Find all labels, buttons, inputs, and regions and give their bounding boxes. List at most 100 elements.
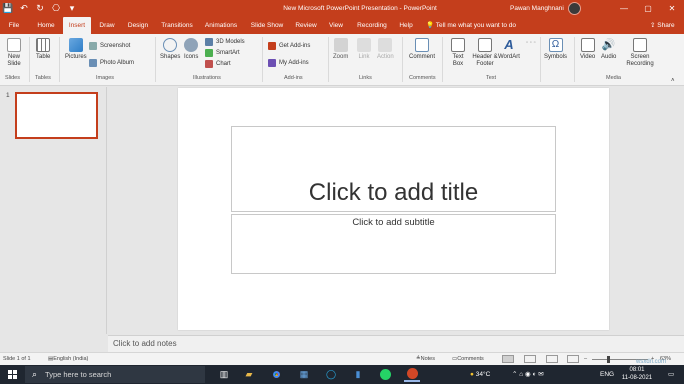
- new-slide-button[interactable]: New Slide: [4, 38, 24, 68]
- screen-recording-button[interactable]: Screen Recording: [624, 38, 656, 68]
- tab-review[interactable]: Review: [292, 17, 320, 34]
- notes-pane[interactable]: Click to add notes: [108, 335, 684, 352]
- file-explorer-icon[interactable]: ▰: [241, 367, 257, 382]
- icons-button[interactable]: Icons: [184, 38, 198, 61]
- slide-thumbnail[interactable]: [15, 92, 98, 139]
- tab-file[interactable]: File: [3, 17, 25, 34]
- notes-toggle[interactable]: ≜ Notes: [416, 353, 435, 365]
- divider: [540, 37, 541, 82]
- omega-icon: Ω: [548, 38, 563, 52]
- group-links: Links: [359, 75, 372, 81]
- tab-transitions[interactable]: Transitions: [157, 17, 197, 34]
- present-icon[interactable]: ⎔: [48, 0, 64, 17]
- table-button[interactable]: Table: [36, 38, 50, 61]
- normal-view-button[interactable]: [502, 355, 514, 363]
- pictures-button[interactable]: Pictures: [65, 38, 87, 61]
- minimize-icon[interactable]: —: [612, 0, 636, 17]
- text-small-icons: ▫ ▫ ▫: [526, 39, 536, 46]
- customize-qat-icon[interactable]: ▾: [64, 0, 80, 17]
- subtitle-placeholder[interactable]: Click to add subtitle: [231, 214, 556, 274]
- audio-button[interactable]: 🔊 Audio: [601, 38, 616, 61]
- header-footer-button[interactable]: Header & Footer: [470, 38, 500, 68]
- shapes-button[interactable]: Shapes: [160, 38, 180, 61]
- user-name[interactable]: Pawan Manghnani: [510, 0, 564, 17]
- tab-slide-show[interactable]: Slide Show: [247, 17, 287, 34]
- calculator-icon[interactable]: ▦: [296, 367, 312, 382]
- tell-me-search[interactable]: 💡 Tell me what you want to do: [426, 17, 516, 34]
- zoom-icon: [333, 38, 348, 52]
- action-button[interactable]: Action: [377, 38, 394, 61]
- divider: [442, 37, 443, 82]
- reading-view-button[interactable]: [546, 355, 558, 363]
- whatsapp-icon[interactable]: [377, 367, 393, 382]
- tray-icons[interactable]: ⌃ ⌂ ◉ ◐ ✉: [512, 365, 544, 384]
- video-button[interactable]: Video: [580, 38, 595, 61]
- chart-button[interactable]: Chart: [205, 59, 231, 68]
- photo-album-button[interactable]: Photo Album: [89, 58, 134, 67]
- screenshot-icon: [89, 41, 97, 50]
- screenshot-button[interactable]: Screenshot: [89, 41, 130, 50]
- clock[interactable]: 08:01 11-08-2021: [617, 366, 657, 382]
- group-images: Images: [96, 75, 115, 81]
- slide-count: Slide 1 of 1: [3, 356, 31, 362]
- notes-spacer: [0, 335, 108, 352]
- close-icon[interactable]: ✕: [660, 0, 684, 17]
- title-placeholder[interactable]: Click to add title: [231, 126, 556, 212]
- sun-icon: ●: [470, 371, 474, 378]
- group-media: Media: [606, 75, 621, 81]
- screen-recording-icon: [633, 38, 647, 52]
- slide-sorter-button[interactable]: [524, 355, 536, 363]
- icons-icon: [184, 38, 199, 52]
- taskbar-search[interactable]: ⌕ Type here to search: [25, 366, 205, 383]
- tab-recording[interactable]: Recording: [352, 17, 392, 34]
- weather-widget[interactable]: ● 34°C: [470, 365, 490, 384]
- smartart-button[interactable]: SmartArt: [205, 48, 240, 57]
- text-box-button[interactable]: Text Box: [448, 38, 468, 68]
- chrome-icon[interactable]: [268, 367, 284, 382]
- tab-insert[interactable]: Insert: [63, 17, 91, 34]
- notification-icon[interactable]: ▭: [668, 365, 674, 384]
- tab-design[interactable]: Design: [124, 17, 152, 34]
- ribbon: New Slide Slides Table Tables Pictures S…: [0, 34, 684, 86]
- wordart-button[interactable]: A WordArt: [498, 38, 520, 61]
- collapse-ribbon-icon[interactable]: ˄: [671, 76, 675, 85]
- tab-help[interactable]: Help: [395, 17, 417, 34]
- shapes-icon: [163, 38, 178, 52]
- my-addins-button[interactable]: My Add-ins: [268, 58, 309, 67]
- tab-view[interactable]: View: [325, 17, 347, 34]
- get-addins-button[interactable]: Get Add-ins: [268, 41, 310, 50]
- slide-number: 1: [6, 92, 10, 99]
- language-indicator[interactable]: ▤ English (India): [48, 353, 88, 365]
- comment-button[interactable]: Comment: [409, 38, 435, 61]
- save-icon[interactable]: 💾: [0, 0, 16, 17]
- edge-icon[interactable]: ◯: [323, 367, 339, 382]
- link-button[interactable]: Link: [357, 38, 371, 61]
- powerpoint-taskbar-icon[interactable]: [404, 367, 420, 382]
- task-view-icon[interactable]: ▥: [216, 367, 232, 382]
- tab-home[interactable]: Home: [32, 17, 60, 34]
- quick-access-toolbar: 💾 ↶ ↻ ⎔ ▾: [0, 0, 80, 17]
- avatar[interactable]: [568, 2, 581, 15]
- comments-toggle[interactable]: ▭ Comments: [452, 353, 484, 365]
- redo-icon[interactable]: ↻: [32, 0, 48, 17]
- input-language[interactable]: ENG: [600, 365, 614, 384]
- tab-animations[interactable]: Animations: [200, 17, 242, 34]
- share-button[interactable]: ⇪ Share: [650, 17, 675, 34]
- divider: [262, 37, 263, 82]
- undo-icon[interactable]: ↶: [16, 0, 32, 17]
- symbols-button[interactable]: Ω Symbols: [544, 38, 567, 61]
- divider: [574, 37, 575, 82]
- zoom-slider-thumb[interactable]: [607, 356, 610, 363]
- zoom-button[interactable]: Zoom: [333, 38, 348, 61]
- video-icon: [580, 38, 595, 52]
- speaker-icon: 🔊: [601, 39, 616, 51]
- windows-start-icon[interactable]: [8, 370, 17, 379]
- store-app-icon[interactable]: ▮: [350, 367, 366, 382]
- maximize-icon[interactable]: ▢: [636, 0, 660, 17]
- cube-icon: [205, 37, 213, 46]
- slideshow-view-button[interactable]: [567, 355, 579, 363]
- star-icon: [378, 38, 393, 52]
- tab-draw[interactable]: Draw: [95, 17, 119, 34]
- 3d-models-button[interactable]: 3D Models: [205, 37, 245, 46]
- zoom-out-icon[interactable]: –: [584, 353, 587, 365]
